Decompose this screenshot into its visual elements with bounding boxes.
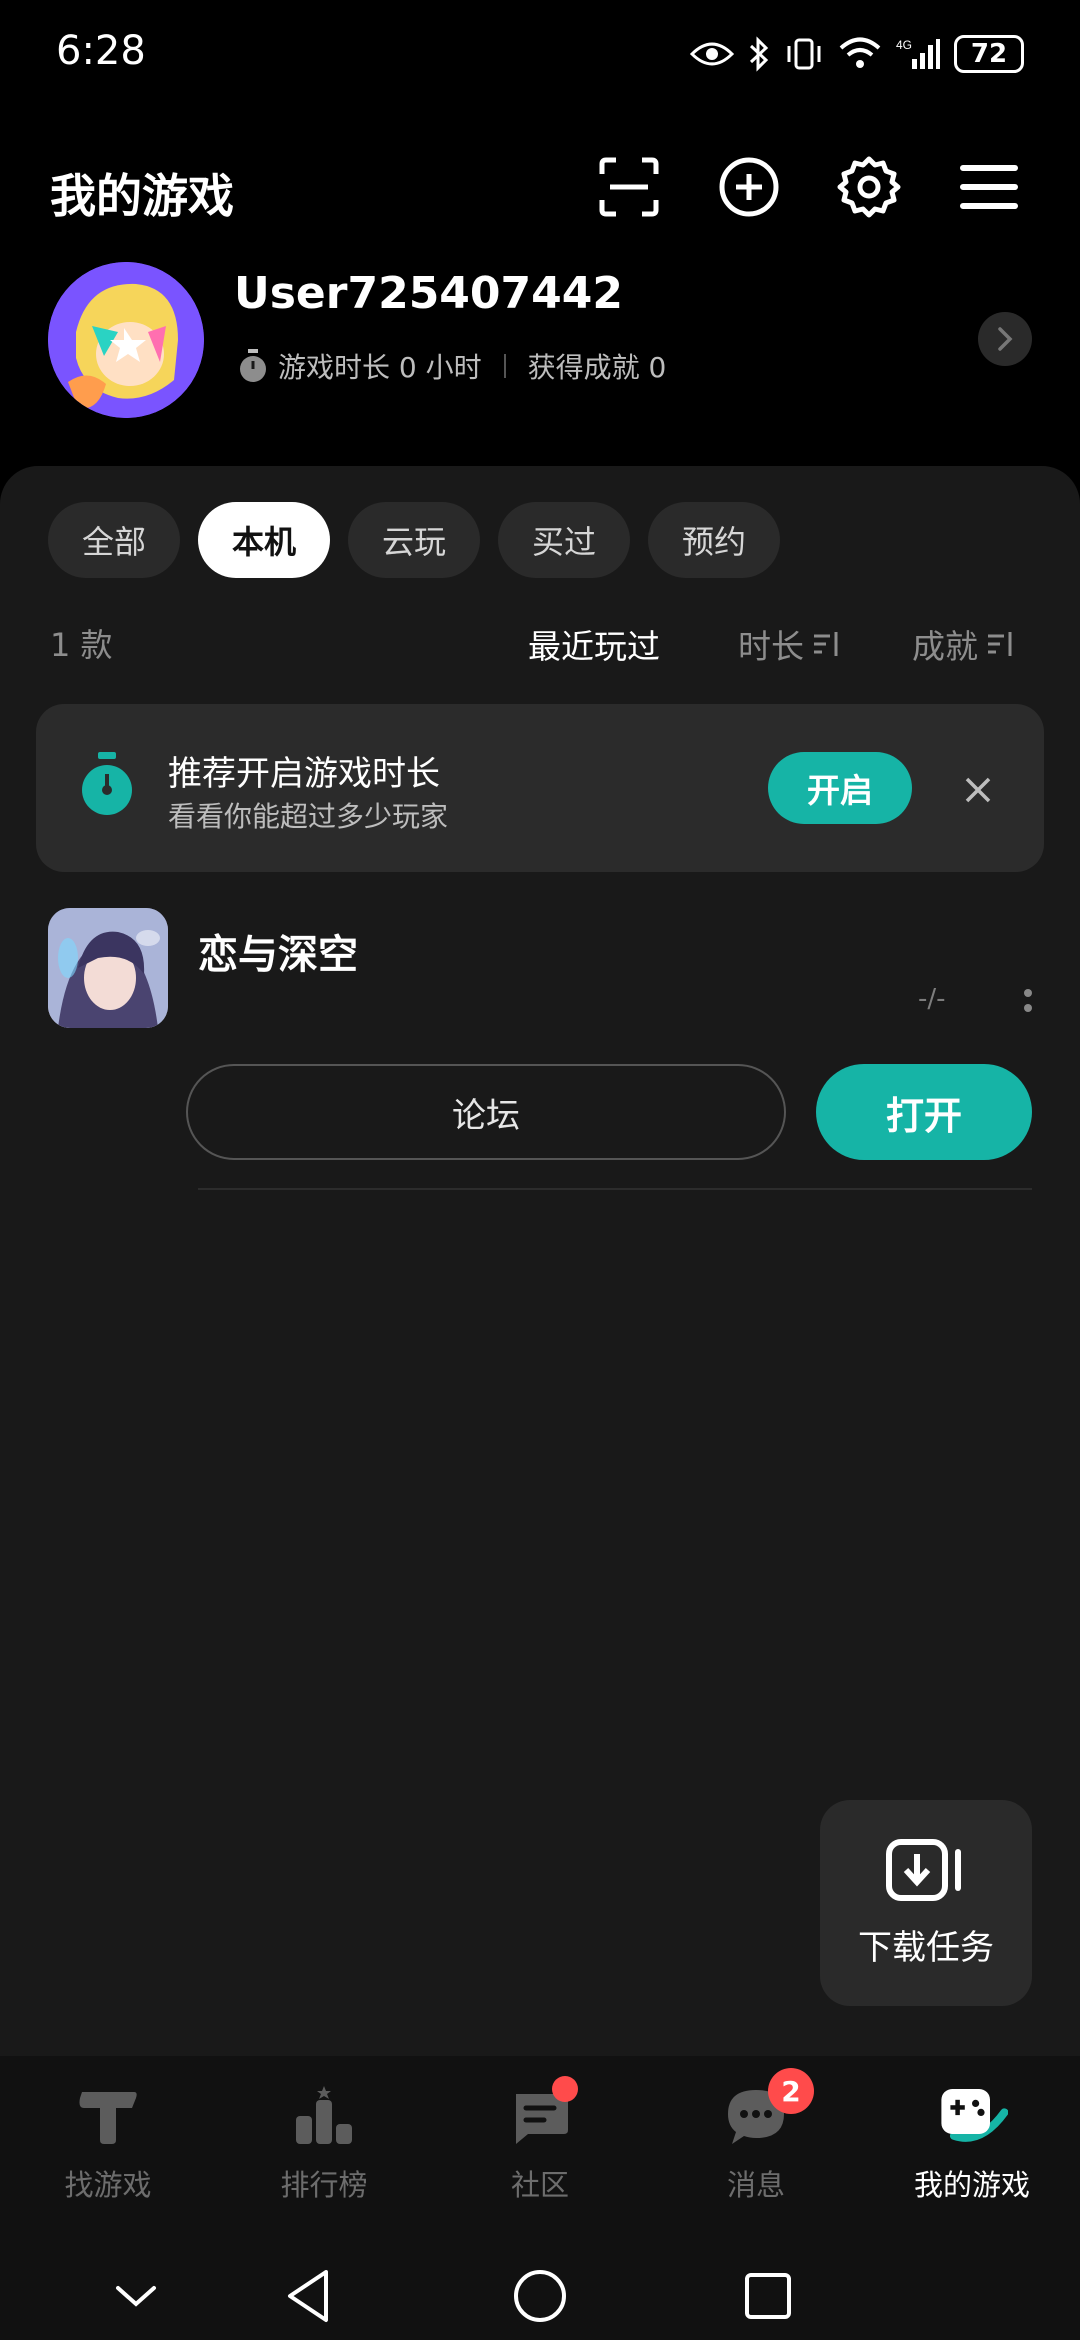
community-notification-dot xyxy=(552,2076,578,2102)
chevron-right-icon xyxy=(998,327,1013,351)
banner-title: 推荐开启游戏时长 xyxy=(168,754,440,794)
sort-achievement[interactable]: 成就 xyxy=(912,620,1016,668)
filter-tab-cloud[interactable]: 云玩 xyxy=(348,502,480,578)
home-circle-icon xyxy=(514,2270,566,2322)
status-icons: 4G 72 xyxy=(690,30,1024,78)
enable-playtime-button[interactable]: 开启 xyxy=(768,752,912,824)
download-tasks-label: 下载任务 xyxy=(858,1927,994,1968)
back-triangle-icon xyxy=(288,2270,328,2322)
system-home-button[interactable] xyxy=(500,2252,580,2340)
eye-icon xyxy=(690,42,734,66)
download-icon xyxy=(886,1838,961,1901)
nav-community[interactable]: 社区 xyxy=(432,2076,648,2204)
more-vertical-icon xyxy=(1024,989,1032,1012)
system-collapse-button[interactable] xyxy=(96,2252,176,2340)
sort-duration-label: 时长 xyxy=(738,627,804,666)
wifi-icon xyxy=(839,37,881,68)
game-cover-icon xyxy=(48,908,168,1028)
achievement-stat: 获得成就 0 xyxy=(527,351,667,384)
username: User725407442 xyxy=(234,268,623,319)
stopwatch-icon xyxy=(78,752,136,822)
battery-indicator: 72 xyxy=(954,35,1024,73)
recents-square-icon xyxy=(745,2273,791,2319)
close-banner-button[interactable] xyxy=(958,770,998,810)
nav-find-games[interactable]: 找游戏 xyxy=(0,2080,216,2204)
stats-divider xyxy=(503,354,506,378)
bluetooth-icon xyxy=(749,36,769,72)
nav-label-messages: 消息 xyxy=(726,2168,785,2202)
menu-button[interactable] xyxy=(952,150,1026,224)
filter-tab-reserved[interactable]: 预约 xyxy=(648,502,780,578)
nav-label-find-games: 找游戏 xyxy=(64,2168,152,2202)
play-time-stat: 游戏时长 0 小时 xyxy=(278,351,482,384)
sort-icon xyxy=(814,632,838,656)
community-icon xyxy=(504,2076,578,2152)
signal-icon: 4G xyxy=(896,38,940,69)
sort-duration[interactable]: 时长 xyxy=(738,620,842,668)
filter-tab-local[interactable]: 本机 xyxy=(198,502,330,578)
messages-badge: 2 xyxy=(768,2068,814,2114)
filter-tab-purchased[interactable]: 买过 xyxy=(498,502,630,578)
system-recents-button[interactable] xyxy=(728,2252,808,2340)
page-title: 我的游戏 xyxy=(50,169,234,223)
scan-icon xyxy=(599,157,659,217)
game-icon[interactable] xyxy=(48,908,168,1028)
nav-label-ranking: 排行榜 xyxy=(280,2168,368,2202)
banner-subtitle: 看看你能超过多少玩家 xyxy=(168,800,449,833)
ranking-icon xyxy=(288,2080,360,2152)
avatar[interactable] xyxy=(48,262,204,418)
nav-ranking[interactable]: 排行榜 xyxy=(216,2080,432,2204)
avatar-character-icon xyxy=(48,262,204,418)
hamburger-icon xyxy=(960,165,1018,209)
sort-recent-label: 最近玩过 xyxy=(528,627,660,666)
filter-tab-all[interactable]: 全部 xyxy=(48,502,180,578)
status-time: 6:28 xyxy=(56,28,146,74)
my-games-icon xyxy=(936,2080,1008,2152)
profile-detail-button[interactable] xyxy=(978,312,1032,366)
battery-level: 72 xyxy=(970,39,1008,69)
sort-achievement-label: 成就 xyxy=(912,627,978,666)
close-icon xyxy=(965,777,991,803)
vibrate-icon xyxy=(787,38,821,70)
chevron-down-icon xyxy=(116,2286,156,2307)
messages-icon: 2 xyxy=(720,2068,814,2152)
game-count: 1 款 xyxy=(50,626,113,664)
profile-stats: 游戏时长 0 小时 获得成就 0 xyxy=(238,346,666,386)
game-more-button[interactable] xyxy=(1018,986,1038,1016)
forum-button[interactable]: 论坛 xyxy=(186,1064,786,1160)
nav-label-community: 社区 xyxy=(510,2168,569,2202)
settings-button[interactable] xyxy=(832,150,906,224)
list-divider xyxy=(198,1188,1032,1190)
game-name: 恋与深空 xyxy=(198,932,358,978)
find-games-icon xyxy=(72,2080,144,2152)
stopwatch-icon xyxy=(240,349,266,382)
download-tasks-button[interactable]: 下载任务 xyxy=(820,1800,1032,2006)
nav-label-my-games: 我的游戏 xyxy=(913,2168,1030,2202)
sort-icon xyxy=(988,632,1012,656)
gear-icon xyxy=(837,156,901,218)
plus-circle-icon xyxy=(719,157,779,217)
nav-messages[interactable]: 2 消息 xyxy=(648,2068,864,2204)
network-label: 4G xyxy=(896,38,912,52)
system-back-button[interactable] xyxy=(268,2252,348,2340)
nav-my-games[interactable]: 我的游戏 xyxy=(864,2080,1080,2204)
open-game-button[interactable]: 打开 xyxy=(816,1064,1032,1160)
game-playtime: -/- xyxy=(918,984,946,1014)
scan-button[interactable] xyxy=(592,150,666,224)
sort-recent[interactable]: 最近玩过 xyxy=(528,620,660,668)
add-button[interactable] xyxy=(712,150,786,224)
